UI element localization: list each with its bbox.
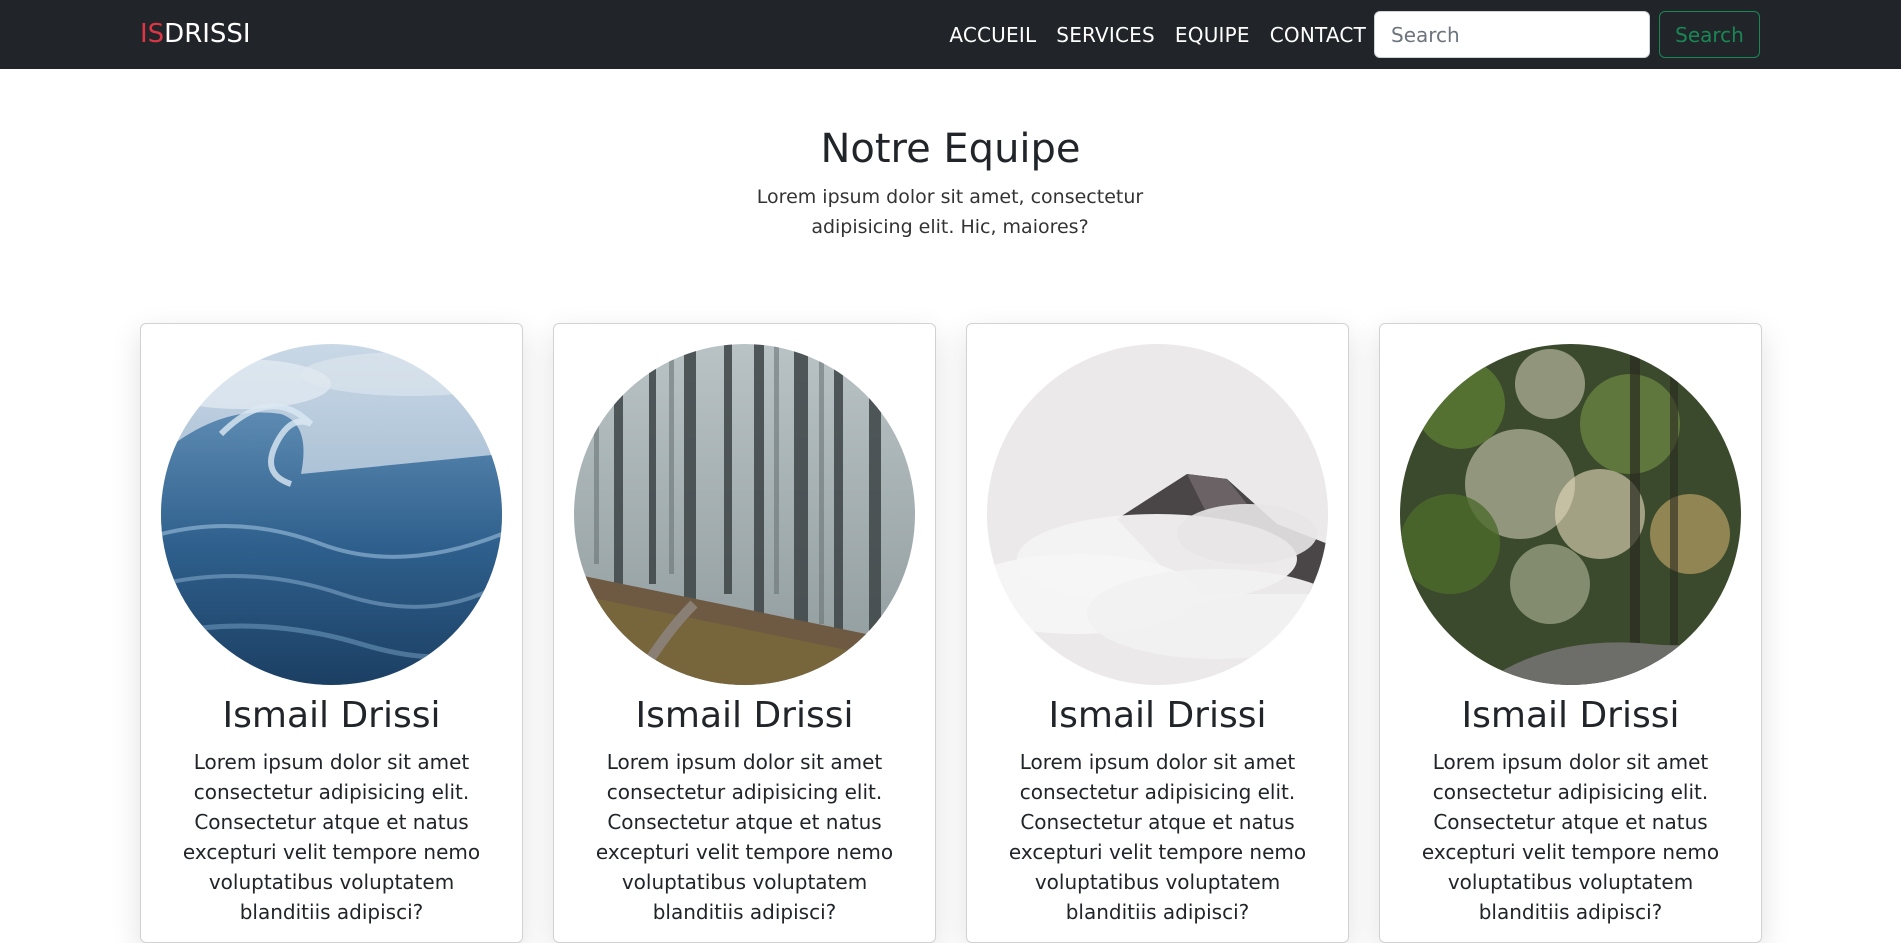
green-foliage-photo — [1400, 344, 1741, 685]
nav-link-contact[interactable]: CONTACT — [1270, 23, 1366, 47]
search-input[interactable] — [1374, 11, 1650, 58]
nav-link-accueil[interactable]: ACCUEIL — [949, 23, 1036, 47]
brand-name: DRISSI — [164, 19, 251, 49]
search-button[interactable]: Search — [1659, 11, 1760, 58]
team-cards: Ismail Drissi Lorem ipsum dolor sit amet… — [140, 323, 1762, 943]
team-card: Ismail Drissi Lorem ipsum dolor sit amet… — [140, 323, 523, 943]
member-description: Lorem ipsum dolor sit amet consectetur a… — [182, 750, 481, 924]
nav-link-services[interactable]: SERVICES — [1056, 23, 1155, 47]
member-description: Lorem ipsum dolor sit amet consectetur a… — [1008, 750, 1307, 924]
member-description: Lorem ipsum dolor sit amet consectetur a… — [595, 750, 894, 924]
foggy-mountain-photo — [987, 344, 1328, 685]
brand-logo[interactable]: ISDRISSI — [140, 17, 251, 51]
member-name: Ismail Drissi — [1048, 695, 1267, 736]
nav-link-equipe[interactable]: EQUIPE — [1175, 23, 1250, 47]
team-card: Ismail Drissi Lorem ipsum dolor sit amet… — [966, 323, 1349, 943]
section-subtitle: Lorem ipsum dolor sit amet, consectetur … — [756, 186, 1144, 238]
brand-accent: IS — [140, 19, 165, 49]
member-description: Lorem ipsum dolor sit amet consectetur a… — [1421, 750, 1720, 924]
team-card: Ismail Drissi Lorem ipsum dolor sit amet… — [553, 323, 936, 943]
member-name: Ismail Drissi — [222, 695, 441, 736]
member-name: Ismail Drissi — [635, 695, 854, 736]
misty-forest-photo — [574, 344, 915, 685]
navbar: ISDRISSI ACCUEIL SERVICES EQUIPE CONTACT… — [0, 0, 1901, 69]
team-card: Ismail Drissi Lorem ipsum dolor sit amet… — [1379, 323, 1762, 943]
section-title: Notre Equipe — [820, 126, 1081, 172]
ocean-wave-photo — [161, 344, 502, 685]
member-name: Ismail Drissi — [1461, 695, 1680, 736]
nav-links: ACCUEIL SERVICES EQUIPE CONTACT — [949, 0, 1366, 69]
